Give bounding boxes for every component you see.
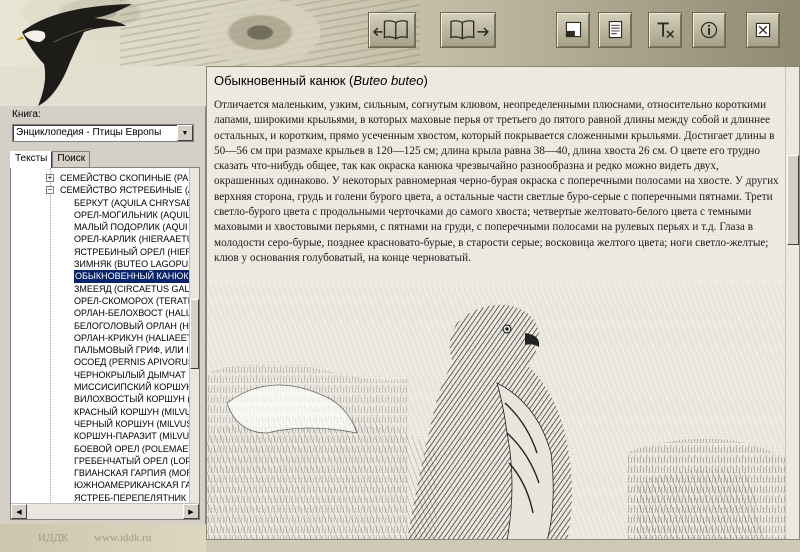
tree-item-row[interactable]: ОРЛАН-БЕЛОХВОСТ (HALIA <box>11 307 189 319</box>
tree-item-label: ЗМЕЕЯД (CIRCAETUS GALL <box>74 283 189 294</box>
info-icon <box>700 21 718 39</box>
info-button[interactable] <box>692 12 726 48</box>
tree-item-row[interactable]: ЮЖНОАМЕРИКАНСКАЯ ГА <box>11 479 189 491</box>
tree-item-label: ЗИМНЯК (BUTEO LAGOPUS <box>74 259 189 270</box>
tree-scroll-thumb[interactable] <box>190 299 199 369</box>
tree-item-label: ЧЕРНОКРЫЛЫЙ ДЫМЧАТ <box>74 369 186 380</box>
tree-item-label: БЕЛОГОЛОВЫЙ ОРЛАН (HA <box>74 320 189 331</box>
tree-item-row[interactable]: КОРШУН-ПАРАЗИТ (MILVUS <box>11 430 189 442</box>
notes-button[interactable] <box>598 12 632 48</box>
book-select[interactable]: Энциклопедия - Птицы Европы ▼ <box>12 124 194 142</box>
tree-item-row[interactable]: ОБЫКНОВЕННЫЙ КАНЮК ( <box>11 270 189 283</box>
tree-item-row[interactable]: ЧЕРНОКРЫЛЫЙ ДЫМЧАТ <box>11 369 189 381</box>
tab-texts[interactable]: Тексты <box>10 151 53 168</box>
tree-item-row[interactable]: ОРЕЛ-МОГИЛЬНИК (AQUIL <box>11 209 189 221</box>
minimize-button[interactable] <box>556 12 590 48</box>
tree-item-label: ОРЕЛ-КАРЛИК (HIERAAETU <box>74 234 189 245</box>
tree-item-row[interactable]: ОРЕЛ-КАРЛИК (HIERAAETU <box>11 233 189 245</box>
tree-item-label: ГРЕБЕНЧАТЫЙ ОРЕЛ (LOP <box>74 455 189 466</box>
book-back-icon <box>372 20 408 40</box>
footer-brand: ИДДК <box>38 532 69 544</box>
article-content: Обыкновенный канюк (Buteo buteo) Отличае… <box>207 67 785 539</box>
tree-item-label: ОРЛАН-БЕЛОХВОСТ (HALIA <box>74 308 189 319</box>
article-title: Обыкновенный канюк (Buteo buteo) <box>214 73 428 88</box>
tree-item-row[interactable]: ОРЕЛ-СКОМОРОХ (TERATH <box>11 295 189 307</box>
tree-item-label: БЕРКУТ (AQUILA CHRYSAE <box>74 197 189 208</box>
tree-item-row[interactable]: ЗМЕЕЯД (CIRCAETUS GALL <box>11 283 189 295</box>
tree-item-row[interactable]: БОЕВОЙ ОРЕЛ (POLEMAET <box>11 443 189 455</box>
article-pane: Обыкновенный канюк (Buteo buteo) Отличае… <box>206 66 800 540</box>
tree-expander[interactable]: − <box>46 186 54 195</box>
tree-item-label: КРАСНЫЙ КОРШУН (MILVU <box>74 406 189 417</box>
article-tree: + СЕМЕЙСТВО СКОПИНЫЕ (PA − СЕМЕЙСТВО ЯСТРЕБ… <box>10 167 200 520</box>
tree-item-label: ОРЕЛ-СКОМОРОХ (TERATH <box>74 295 189 306</box>
footer-url[interactable]: www.iddk.ru <box>94 532 151 544</box>
sidebar: Книга: Энциклопедия - Птицы Европы ▼ Тек… <box>0 66 206 524</box>
tree-item-label: МИССИСИПСКИЙ КОРШУН <box>74 382 189 393</box>
tree-item-label: ВИЛОХВОСТЫЙ КОРШУН ( <box>74 394 189 405</box>
sidebar-tabs: Тексты Поиск <box>10 151 91 168</box>
footer: ИДДК www.iddk.ru <box>0 524 206 552</box>
tree-item-label: БОЕВОЙ ОРЕЛ (POLEMAET <box>74 443 189 454</box>
article-scroll-thumb[interactable] <box>787 155 799 245</box>
tree-item-row[interactable]: БЕЛОГОЛОВЫЙ ОРЛАН (HA <box>11 320 189 332</box>
book-label: Книга: <box>12 109 41 120</box>
scroll-right-arrow-icon[interactable]: ▶ <box>183 504 199 519</box>
tree-item-row[interactable]: ЯСТРЕБИНЫЙ ОРЕЛ (HIERA <box>11 246 189 258</box>
tree-item-row[interactable]: ГВИАНСКАЯ ГАРПИЯ (MOR <box>11 467 189 479</box>
close-icon <box>755 22 771 38</box>
tree-item-label: ОБЫКНОВЕННЫЙ КАНЮК ( <box>74 270 189 283</box>
tree-item-label: ЯСТРЕБИНЫЙ ОРЕЛ (HIERA <box>74 246 189 257</box>
tree-item-label: СЕМЕЙСТВО ЯСТРЕБИНЫЕ (A <box>60 185 189 196</box>
tree-item-row[interactable]: ГРЕБЕНЧАТЫЙ ОРЕЛ (LOP <box>11 455 189 467</box>
tree-item-label: ПАЛЬМОВЫЙ ГРИФ, ИЛИ I <box>74 345 189 356</box>
article-vertical-scrollbar[interactable] <box>785 67 799 539</box>
tree-group-row[interactable]: + СЕМЕЙСТВО СКОПИНЫЕ (PA <box>11 172 189 184</box>
tree-rows: + СЕМЕЙСТВО СКОПИНЫЕ (PA − СЕМЕЙСТВО ЯСТРЕБ… <box>11 172 189 504</box>
tree-group-row[interactable]: − СЕМЕЙСТВО ЯСТРЕБИНЫЕ (A <box>11 184 189 196</box>
tree-item-row[interactable]: ЗИМНЯК (BUTEO LAGOPUS <box>11 258 189 270</box>
book-select-value: Энциклопедия - Птицы Европы <box>16 127 162 138</box>
article-body: Отличается маленьким, узким, сильным, со… <box>214 99 779 264</box>
article-title-russian: Обыкновенный канюк <box>214 73 346 88</box>
dropdown-arrow-icon[interactable]: ▼ <box>177 125 193 141</box>
tree-item-label: ГВИАНСКАЯ ГАРПИЯ (MOR <box>74 468 189 479</box>
tree-item-row[interactable]: ОРЛАН-КРИКУН (HALIAEET <box>11 332 189 344</box>
book-forward-icon <box>450 20 489 40</box>
tree-item-row[interactable]: МАЛЫЙ ПОДОРЛИК (AQUI <box>11 221 189 233</box>
tree-expander[interactable]: + <box>46 174 54 182</box>
tree-item-row[interactable]: ПАЛЬМОВЫЙ ГРИФ, ИЛИ I <box>11 344 189 356</box>
tree-vertical-scrollbar[interactable] <box>189 168 199 504</box>
next-article-button[interactable] <box>440 12 496 48</box>
tree-item-label: ОСОЕД (PERNIS APIVORUS <box>74 357 189 368</box>
text-tools-icon <box>657 22 675 39</box>
tree-item-label: ОРЕЛ-МОГИЛЬНИК (AQUIL <box>74 209 189 220</box>
tree-horizontal-scrollbar[interactable]: ◀ ▶ <box>11 503 199 519</box>
tree-item-row[interactable]: ЧЕРНЫЙ КОРШУН (MILVUS <box>11 418 189 430</box>
tree-item-label: ОРЛАН-КРИКУН (HALIAEET <box>74 332 189 343</box>
tree-item-label: КОРШУН-ПАРАЗИТ (MILVUS <box>74 431 189 442</box>
tree-item-row[interactable]: ВИЛОХВОСТЫЙ КОРШУН ( <box>11 393 189 405</box>
eagle-logo <box>16 4 132 106</box>
article-title-latin: Buteo buteo <box>353 73 424 88</box>
article-title-paren-close: ) <box>423 73 428 88</box>
buzzard-illustration <box>207 283 785 539</box>
text-tools-button[interactable] <box>648 12 682 48</box>
tab-search[interactable]: Поиск <box>52 151 91 167</box>
tree-item-row[interactable]: МИССИСИПСКИЙ КОРШУН <box>11 381 189 393</box>
tree-item-row[interactable]: КРАСНЫЙ КОРШУН (MILVU <box>11 406 189 418</box>
tree-item-label: ЮЖНОАМЕРИКАНСКАЯ ГА <box>74 480 189 491</box>
bottom-strip <box>206 540 800 552</box>
tree-item-label: МАЛЫЙ ПОДОРЛИК (AQUI <box>74 222 188 233</box>
minimize-window-icon <box>565 21 582 38</box>
notes-icon <box>608 20 623 39</box>
previous-article-button[interactable] <box>368 12 416 48</box>
tree-item-row[interactable]: БЕРКУТ (AQUILA CHRYSAE <box>11 197 189 209</box>
tree-item-label: ЧЕРНЫЙ КОРШУН (MILVUS <box>74 418 189 429</box>
close-button[interactable] <box>746 12 780 48</box>
tree-item-row[interactable]: ОСОЕД (PERNIS APIVORUS <box>11 356 189 368</box>
tree-item-label: СЕМЕЙСТВО СКОПИНЫЕ (PA <box>60 173 189 183</box>
scroll-left-arrow-icon[interactable]: ◀ <box>11 504 27 519</box>
